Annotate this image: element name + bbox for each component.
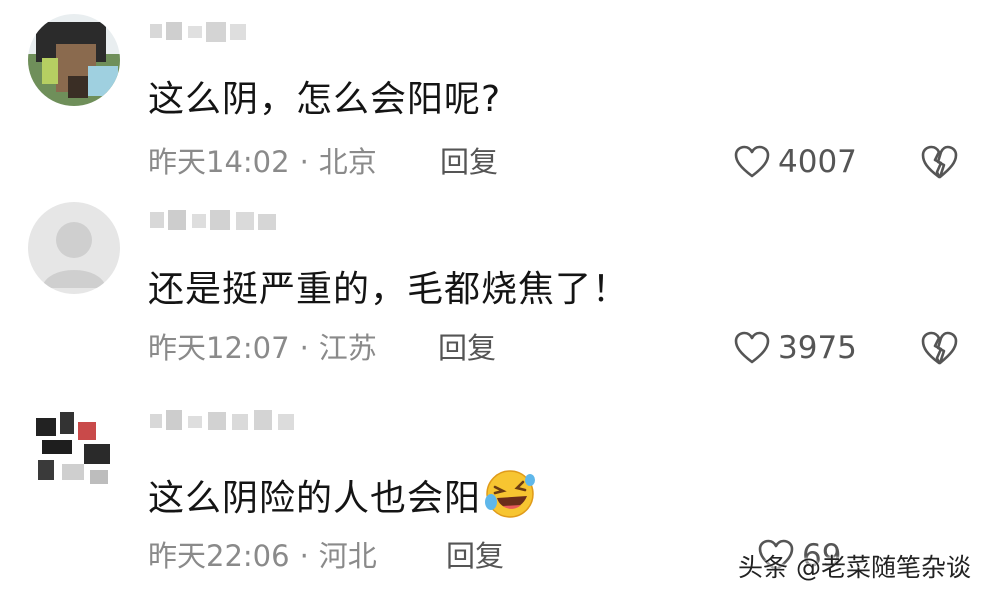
- heart-outline-icon: [734, 331, 770, 364]
- broken-heart-icon: [921, 145, 958, 179]
- like-count: 4007: [778, 144, 857, 180]
- like-button[interactable]: 4007: [734, 144, 857, 180]
- dislike-button[interactable]: [920, 330, 958, 366]
- laughing-tears-emoji-icon: [483, 468, 537, 520]
- comment-text: 还是挺严重的，毛都烧焦了！: [148, 269, 630, 310]
- avatar[interactable]: [28, 14, 120, 106]
- username-blurred[interactable]: [148, 206, 288, 234]
- username-blurred[interactable]: [148, 406, 308, 434]
- watermark: 头条 @老菜随笔杂谈: [738, 553, 971, 582]
- separator-dot: ·: [299, 539, 309, 573]
- username-blurred[interactable]: [148, 18, 258, 46]
- comment-text: 这么阴险的人也会阳: [148, 468, 537, 521]
- like-button[interactable]: 3975: [734, 330, 857, 366]
- avatar[interactable]: [28, 202, 120, 294]
- comment-meta: 昨天22:06 · 河北: [148, 538, 377, 574]
- comment-location: 北京: [318, 145, 377, 179]
- comment-location: 河北: [318, 539, 377, 573]
- comment-time: 昨天14:02: [148, 145, 290, 179]
- comment-location: 江苏: [318, 331, 377, 365]
- broken-heart-icon: [921, 331, 958, 365]
- separator-dot: ·: [299, 331, 309, 365]
- separator-dot: ·: [299, 145, 309, 179]
- comment-text: 这么阴，怎么会阳呢?: [148, 79, 502, 120]
- comment-item: 还是挺严重的，毛都烧焦了！ 昨天12:07 · 江苏 回复 3975: [0, 190, 996, 380]
- comment-time: 昨天22:06: [148, 539, 290, 573]
- reply-button[interactable]: 回复: [438, 330, 496, 366]
- avatar[interactable]: [28, 404, 120, 496]
- comment-meta: 昨天14:02 · 北京: [148, 144, 377, 180]
- heart-outline-icon: [734, 145, 770, 178]
- dislike-button[interactable]: [920, 144, 958, 180]
- comment-time: 昨天12:07: [148, 331, 290, 365]
- comment-meta: 昨天12:07 · 江苏: [148, 330, 377, 366]
- like-count: 3975: [778, 330, 857, 366]
- reply-button[interactable]: 回复: [446, 538, 504, 574]
- reply-button[interactable]: 回复: [440, 144, 498, 180]
- comment-item: 这么阴，怎么会阳呢? 昨天14:02 · 北京 回复 4007: [0, 0, 996, 190]
- comment-text-body: 这么阴险的人也会阳: [148, 478, 482, 519]
